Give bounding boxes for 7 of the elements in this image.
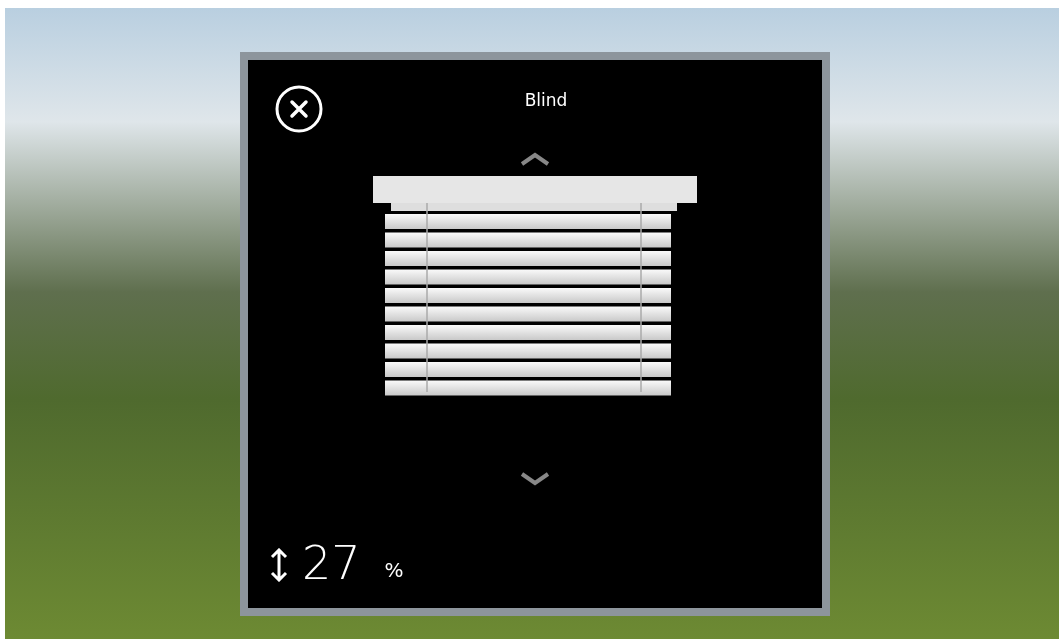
up-down-arrow-icon [270, 548, 288, 582]
position-unit: % [384, 558, 404, 582]
chevron-down-icon[interactable] [520, 472, 550, 486]
chevron-up-icon[interactable] [520, 152, 550, 166]
position-value: 27 [302, 540, 361, 586]
close-icon[interactable] [274, 84, 324, 134]
dialog-title: Blind [523, 90, 569, 110]
